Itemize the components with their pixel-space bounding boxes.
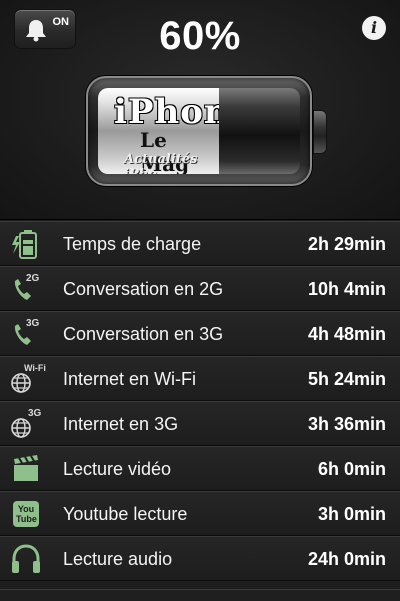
network-badge: 3G bbox=[26, 318, 40, 329]
usage-list: Temps de charge 2h 29min 2G Conversation… bbox=[0, 221, 400, 581]
headphones-icon bbox=[10, 543, 48, 575]
battery-graphic: iPhon Le Mag Actualités iPho bbox=[86, 76, 312, 186]
list-item-value: 5h 24min bbox=[307, 369, 386, 389]
battery-fill-level: iPhon Le Mag Actualités iPho bbox=[98, 88, 219, 174]
list-item[interactable]: 3G Internet en 3G 3h 36min bbox=[0, 401, 400, 446]
battery-empty-level bbox=[219, 88, 300, 174]
header: ON 60% i iPhon Le Mag Actualités iPho bbox=[0, 0, 400, 220]
list-item-value: 10h 4min bbox=[307, 279, 386, 299]
list-item[interactable]: 2G Conversation en 2G 10h 4min bbox=[0, 266, 400, 311]
list-item[interactable]: Wi-Fi Internet en Wi-Fi 5h 24min bbox=[0, 356, 400, 401]
list-item-label: Internet en 3G bbox=[63, 414, 179, 434]
list-item-value: 24h 0min bbox=[307, 549, 386, 569]
logo-text-line3: Actualités iPho bbox=[124, 152, 198, 174]
globe-icon: 3G bbox=[10, 408, 48, 440]
phone-icon: 2G bbox=[10, 273, 48, 305]
info-button[interactable]: i bbox=[362, 16, 386, 40]
list-item-label: Youtube lecture bbox=[63, 504, 188, 524]
list-item-label: Internet en Wi-Fi bbox=[63, 369, 197, 389]
list-item-label: Lecture vidéo bbox=[63, 459, 172, 479]
network-badge: 3G bbox=[28, 408, 42, 419]
list-item[interactable]: Lecture audio 24h 0min bbox=[0, 536, 400, 581]
battery-terminal bbox=[313, 110, 327, 154]
youtube-badge: You Tube bbox=[16, 504, 37, 524]
battery-percentage: 60% bbox=[159, 14, 241, 58]
logo-text-line1: iPhon bbox=[114, 92, 219, 132]
battery-charging-icon bbox=[10, 228, 48, 260]
list-item-label: Lecture audio bbox=[63, 549, 173, 569]
phone-icon: 3G bbox=[10, 318, 48, 350]
clapperboard-icon bbox=[10, 453, 48, 485]
list-item-label: Conversation en 3G bbox=[63, 324, 224, 344]
list-item-partial bbox=[0, 589, 400, 601]
list-item-value: 3h 36min bbox=[307, 414, 386, 434]
list-item-value: 4h 48min bbox=[307, 324, 386, 344]
list-item[interactable]: Lecture vidéo 6h 0min bbox=[0, 446, 400, 491]
youtube-icon: You Tube bbox=[10, 498, 48, 530]
network-badge: 2G bbox=[26, 273, 40, 284]
globe-icon: Wi-Fi bbox=[10, 363, 48, 395]
list-item[interactable]: Temps de charge 2h 29min bbox=[0, 221, 400, 266]
list-item-label: Temps de charge bbox=[63, 234, 202, 254]
list-item-value: 6h 0min bbox=[317, 459, 386, 479]
list-item-label: Conversation en 2G bbox=[63, 279, 224, 299]
list-item[interactable]: You Tube Youtube lecture 3h 0min bbox=[0, 491, 400, 536]
network-badge: Wi-Fi bbox=[24, 363, 46, 373]
list-item[interactable]: 3G Conversation en 3G 4h 48min bbox=[0, 311, 400, 356]
list-item-value: 3h 0min bbox=[317, 504, 386, 524]
list-item-value: 2h 29min bbox=[307, 234, 386, 254]
